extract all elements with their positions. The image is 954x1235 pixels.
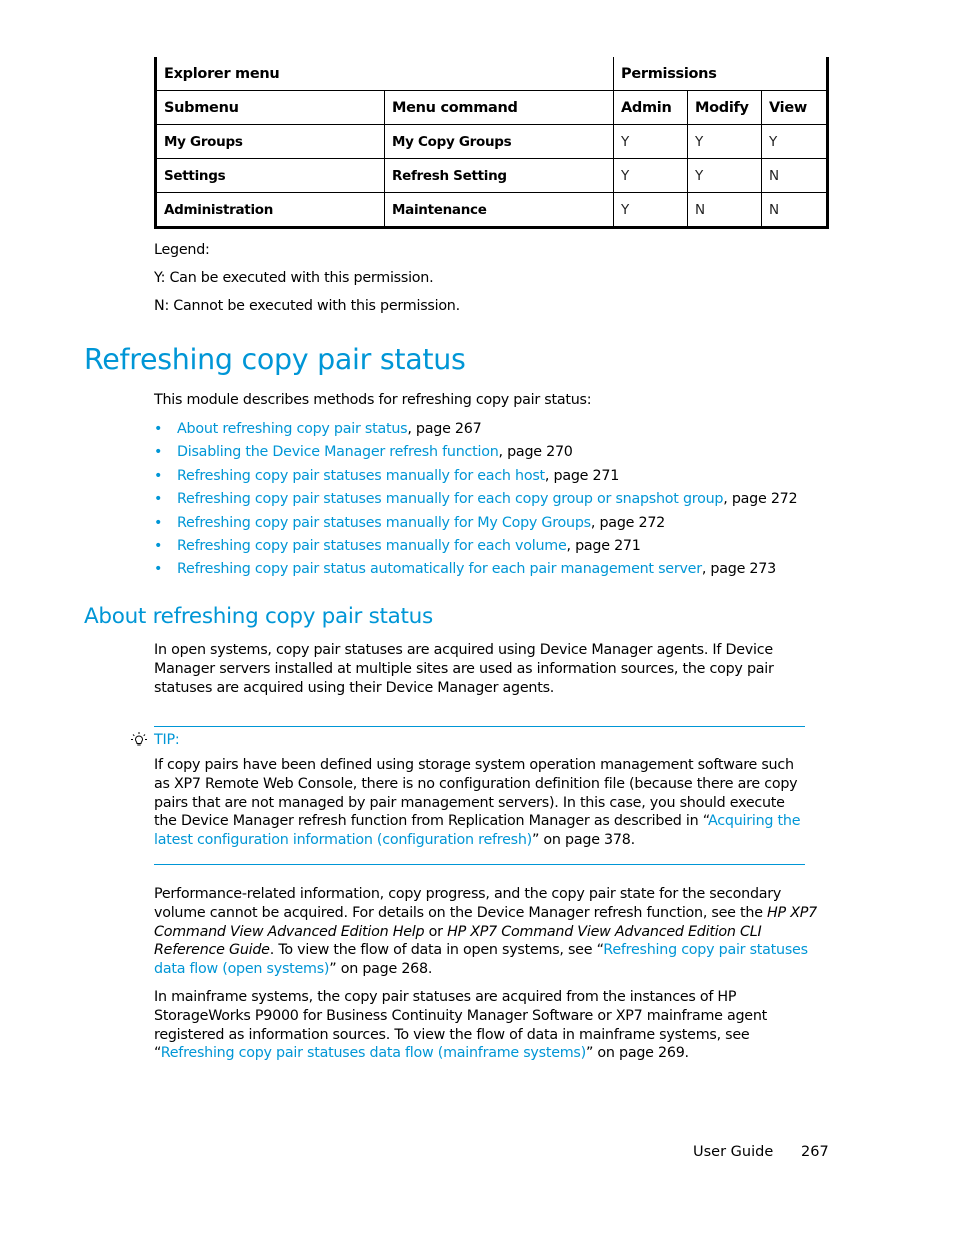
- toc-page: , page 271: [566, 537, 641, 554]
- cell-view: Y: [761, 124, 829, 159]
- legend-y: Y: Can be executed with this permission.: [154, 270, 434, 286]
- column-header-admin: Admin: [613, 90, 688, 125]
- table-column-header-row: Submenu Menu command Admin Modify View: [154, 90, 829, 125]
- toc-link[interactable]: About refreshing copy pair status: [177, 421, 408, 437]
- section-intro: This module describes methods for refres…: [154, 392, 592, 408]
- cell-modify: Y: [687, 124, 762, 159]
- column-header-menu-command: Menu command: [384, 90, 614, 125]
- cell-submenu: My Groups: [154, 124, 385, 159]
- list-item: • Disabling the Device Manager refresh fu…: [154, 441, 797, 464]
- paragraph-text: ” on page 268.: [329, 961, 433, 978]
- paragraph-text: or: [424, 923, 448, 940]
- bullet-icon: •: [154, 444, 163, 461]
- bullet-icon: •: [154, 561, 163, 578]
- page-number: 267: [801, 1144, 829, 1160]
- explorer-menu-header: Explorer menu: [154, 57, 614, 91]
- paragraph-performance: Performance-related information, copy pr…: [154, 885, 834, 979]
- toc-page: , page 270: [498, 444, 573, 461]
- table-row: Settings Refresh Setting Y Y N: [154, 158, 829, 193]
- cell-admin: Y: [613, 124, 688, 159]
- toc-link[interactable]: Refreshing copy pair statuses manually f…: [177, 515, 591, 531]
- toc-page: , page 271: [544, 467, 620, 484]
- tip-bottom-rule: [154, 864, 805, 865]
- bullet-icon: •: [154, 514, 163, 531]
- list-item: • Refreshing copy pair statuses manually …: [154, 512, 797, 535]
- table-row: My Groups My Copy Groups Y Y Y: [154, 124, 829, 159]
- tip-label: TIP:: [154, 732, 180, 748]
- list-item: • Refreshing copy pair statuses manually …: [154, 465, 797, 488]
- cell-admin: Y: [613, 192, 688, 229]
- cell-submenu: Settings: [154, 158, 385, 193]
- section-title: Refreshing copy pair status: [84, 343, 466, 376]
- tip-text-before: If copy pairs have been defined using st…: [154, 757, 798, 830]
- cell-command: Refresh Setting: [384, 158, 614, 193]
- table-group-header-row: Explorer menu Permissions: [154, 57, 829, 91]
- toc-page: , page 267: [407, 421, 482, 437]
- toc-list: • About refreshing copy pair status, page…: [154, 418, 798, 582]
- list-item: • About refreshing copy pair status, page…: [154, 418, 797, 441]
- cell-admin: Y: [613, 158, 688, 193]
- paragraph-text: . To view the flow of data in open syste…: [269, 942, 604, 959]
- column-header-view: View: [761, 90, 829, 125]
- cell-submenu: Administration: [154, 192, 385, 229]
- toc-link[interactable]: Refreshing copy pair statuses manually f…: [177, 538, 567, 554]
- paragraph-text: Performance-related information, copy pr…: [154, 886, 782, 921]
- tip-text: If copy pairs have been defined using st…: [154, 756, 804, 850]
- lightbulb-icon: [131, 732, 147, 746]
- cell-view: N: [761, 158, 829, 193]
- paragraph-text: ” on page 269.: [585, 1045, 689, 1062]
- toc-page: , page 273: [701, 561, 776, 578]
- bullet-icon: •: [154, 491, 163, 508]
- toc-link[interactable]: Refreshing copy pair statuses manually f…: [177, 468, 545, 484]
- tip-text-after: ” on page 378.: [531, 832, 635, 849]
- legend-title: Legend:: [154, 242, 210, 258]
- cell-modify: N: [687, 192, 762, 229]
- toc-link[interactable]: Refreshing copy pair status automaticall…: [177, 561, 702, 577]
- list-item: • Refreshing copy pair status automatical…: [154, 558, 797, 581]
- list-item: • Refreshing copy pair statuses manually …: [154, 488, 798, 511]
- cell-command: My Copy Groups: [384, 124, 614, 159]
- paragraph-open-systems: In open systems, copy pair statuses are …: [154, 642, 774, 696]
- toc-page: , page 272: [590, 514, 666, 531]
- paragraph-mainframe: In mainframe systems, the copy pair stat…: [154, 988, 834, 1063]
- column-header-modify: Modify: [687, 90, 762, 125]
- cell-command: Maintenance: [384, 192, 614, 229]
- permissions-table: Explorer menu Permissions Submenu Menu c…: [154, 57, 829, 229]
- toc-page: , page 272: [723, 491, 798, 508]
- column-header-submenu: Submenu: [154, 90, 385, 125]
- bullet-icon: •: [154, 537, 163, 554]
- subsection-title: About refreshing copy pair status: [84, 604, 433, 629]
- toc-link[interactable]: Refreshing copy pair statuses manually f…: [177, 491, 723, 507]
- footer-label: User Guide: [693, 1144, 774, 1160]
- list-item: • Refreshing copy pair statuses manually …: [154, 535, 797, 558]
- legend-n: N: Cannot be executed with this permissi…: [154, 298, 460, 314]
- bullet-icon: •: [154, 467, 163, 484]
- bullet-icon: •: [154, 421, 163, 437]
- tip-top-rule: [154, 726, 805, 727]
- cell-view: N: [761, 192, 829, 229]
- table-row: Administration Maintenance Y N N: [154, 192, 829, 229]
- toc-link[interactable]: Disabling the Device Manager refresh fun…: [177, 444, 499, 460]
- mainframe-systems-link[interactable]: Refreshing copy pair statuses data flow …: [161, 1045, 586, 1061]
- permissions-header: Permissions: [613, 57, 829, 91]
- cell-modify: Y: [687, 158, 762, 193]
